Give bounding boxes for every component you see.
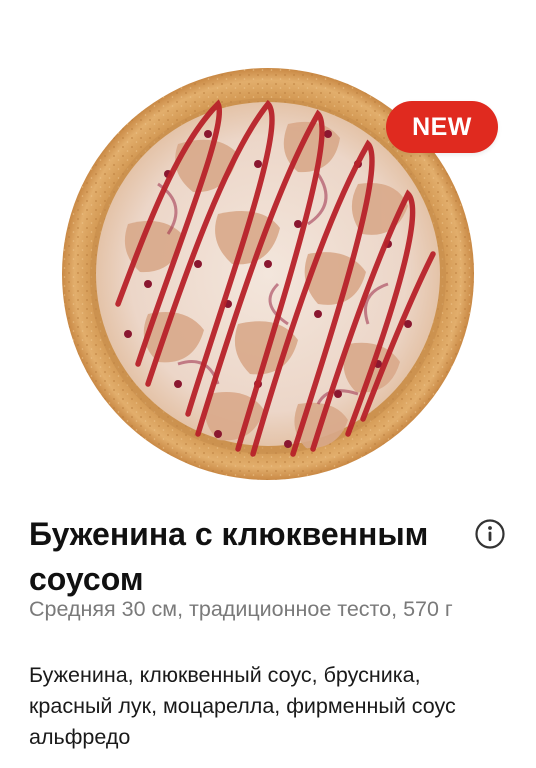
info-button[interactable] [474, 518, 506, 550]
product-title: Буженина с клюквенным соусом [29, 516, 429, 597]
new-badge: NEW [386, 101, 498, 153]
ingredients-list: Буженина, клюквенный соус, брусника, кра… [29, 663, 456, 749]
info-circle-icon [475, 519, 505, 549]
size-description: Средняя 30 см, традиционное тесто, 570 г [29, 597, 453, 621]
